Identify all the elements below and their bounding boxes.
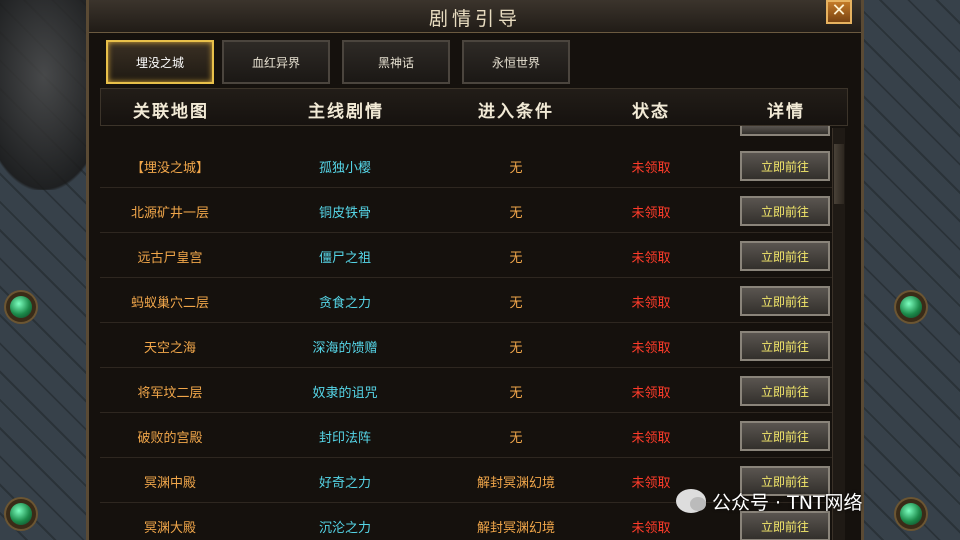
gem-ornament — [900, 503, 922, 525]
map-name: 天空之海 — [143, 341, 196, 356]
story-list: 【埋没之城】 孤独小樱 无 未领取 立即前往 北源矿井一层 铜皮铁骨 无 未领取… — [100, 140, 840, 540]
tab-blood-red-realm[interactable]: 血红异界 — [222, 40, 330, 84]
entry-condition: 无 — [509, 161, 523, 176]
table-row: 将军坟二层 奴隶的诅咒 无 未领取 立即前往 — [100, 369, 840, 413]
partial-goto-button[interactable] — [740, 126, 830, 136]
goto-button[interactable]: 立即前往 — [740, 331, 830, 361]
status-text: 未领取 — [631, 296, 671, 311]
story-name: 深海的馈赠 — [312, 341, 378, 356]
status-text: 未领取 — [631, 431, 671, 446]
story-name: 好奇之力 — [318, 476, 371, 491]
column-header-condition: 进入条件 — [478, 102, 554, 122]
background-right — [856, 0, 960, 540]
story-name: 贪食之力 — [318, 296, 371, 311]
entry-condition: 无 — [509, 251, 523, 266]
map-name: 蚂蚁巢穴二层 — [130, 296, 209, 311]
goto-button[interactable]: 立即前往 — [740, 196, 830, 226]
entry-condition: 无 — [509, 296, 523, 311]
story-name: 僵尸之祖 — [318, 251, 371, 266]
status-text: 未领取 — [631, 251, 671, 266]
tab-black-myth[interactable]: 黑神话 — [342, 40, 450, 84]
tab-eternal-world[interactable]: 永恒世界 — [462, 40, 570, 84]
table-row: 【埋没之城】 孤独小樱 无 未领取 立即前往 — [100, 144, 840, 188]
watermark: 公众号 · TNT网络 — [676, 486, 863, 516]
goto-button[interactable]: 立即前往 — [740, 376, 830, 406]
title-bar: 剧情引导 — [89, 0, 861, 33]
map-name: 将军坟二层 — [137, 386, 203, 401]
status-text: 未领取 — [631, 521, 671, 536]
column-header-detail: 详情 — [767, 102, 805, 122]
entry-condition: 无 — [509, 206, 523, 221]
watermark-text: 公众号 · TNT网络 — [712, 491, 863, 514]
status-text: 未领取 — [631, 341, 671, 356]
goto-button[interactable]: 立即前往 — [740, 241, 830, 271]
column-header-status: 状态 — [632, 102, 670, 122]
entry-condition: 无 — [509, 431, 523, 446]
map-name: 【埋没之城】 — [130, 161, 209, 176]
tab-maimo-city[interactable]: 埋没之城 — [106, 40, 214, 84]
gem-ornament — [10, 503, 32, 525]
status-text: 未领取 — [631, 386, 671, 401]
map-name: 北源矿井一层 — [130, 206, 209, 221]
goto-button[interactable]: 立即前往 — [740, 421, 830, 451]
entry-condition: 无 — [509, 386, 523, 401]
goto-button[interactable]: 立即前往 — [740, 151, 830, 181]
close-icon: ✕ — [831, 0, 847, 21]
entry-condition: 无 — [509, 341, 523, 356]
story-name: 铜皮铁骨 — [318, 206, 371, 221]
status-text: 未领取 — [631, 161, 671, 176]
map-name: 远古尸皇宫 — [137, 251, 203, 266]
table-row: 天空之海 深海的馈赠 无 未领取 立即前往 — [100, 324, 840, 368]
table-row: 远古尸皇宫 僵尸之祖 无 未领取 立即前往 — [100, 234, 840, 278]
wechat-icon — [676, 489, 706, 513]
status-text: 未领取 — [631, 206, 671, 221]
gem-ornament — [10, 296, 32, 318]
map-name: 冥渊中殿 — [143, 476, 196, 491]
story-name: 封印法阵 — [318, 431, 371, 446]
table-row: 北源矿井一层 铜皮铁骨 无 未领取 立即前往 — [100, 189, 840, 233]
map-name: 冥渊大殿 — [143, 521, 196, 536]
story-name: 沉沦之力 — [318, 521, 371, 536]
story-name: 奴隶的诅咒 — [312, 386, 378, 401]
close-button[interactable]: ✕ — [826, 0, 852, 24]
gem-ornament — [900, 296, 922, 318]
entry-condition: 解封冥渊幻境 — [476, 521, 555, 536]
map-name: 破败的宫殿 — [137, 431, 203, 446]
story-name: 孤独小樱 — [318, 161, 371, 176]
table-header: 关联地图 主线剧情 进入条件 状态 详情 — [100, 88, 848, 126]
table-row: 破败的宫殿 封印法阵 无 未领取 立即前往 — [100, 414, 840, 458]
table-row: 蚂蚁巢穴二层 贪食之力 无 未领取 立即前往 — [100, 279, 840, 323]
column-header-story: 主线剧情 — [308, 102, 384, 122]
goto-button[interactable]: 立即前往 — [740, 286, 830, 316]
window-title: 剧情引导 — [428, 8, 521, 30]
scrollbar[interactable] — [832, 128, 845, 540]
column-header-map: 关联地图 — [133, 102, 209, 122]
scroll-thumb[interactable] — [834, 144, 844, 204]
entry-condition: 解封冥渊幻境 — [476, 476, 555, 491]
